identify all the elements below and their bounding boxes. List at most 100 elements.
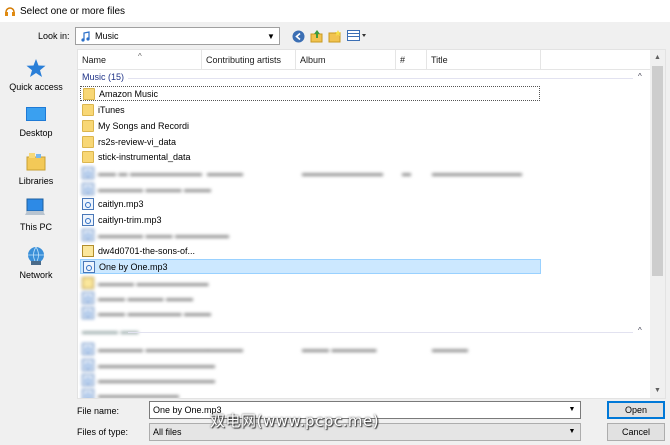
place-label: Network <box>19 270 53 280</box>
audio-file-icon <box>82 213 94 226</box>
file-list[interactable]: Name ^ Contributing artists Album # Title… <box>77 49 666 399</box>
blurred-text: ▬▬▬▬ <box>207 343 243 354</box>
audio-file-icon <box>83 260 95 273</box>
folder-icon <box>82 103 94 116</box>
list-item[interactable]: My Songs and Recordi <box>80 118 541 133</box>
blurred-text: ▬▬▬ ▬▬▬▬▬▬ ▬▬▬ <box>98 307 212 318</box>
music-note-icon <box>81 30 90 42</box>
view-menu-icon[interactable] <box>346 28 368 44</box>
folder-icon <box>82 119 94 132</box>
list-item-selected[interactable]: One by One.mp3 <box>80 259 541 274</box>
blurred-list-item[interactable]: ▬▬▬ ▬▬▬▬▬▬ ▬▬▬ <box>80 305 541 320</box>
libraries-icon <box>26 153 46 171</box>
blurred-text: ▬ <box>402 167 411 178</box>
column-header: Name ^ Contributing artists Album # Title <box>78 50 651 70</box>
blurred-text: ▬▬▬▬▬▬▬▬▬ <box>302 167 383 178</box>
blurred-text: ▬▬▬ ▬▬▬▬ ▬▬▬ <box>98 292 194 303</box>
blurred-list-item[interactable]: ▬▬ ▬ ▬▬▬▬▬▬▬▬ ▬▬▬▬ ▬▬▬▬▬▬▬▬▬ ▬ ▬▬▬▬▬▬▬▬▬… <box>80 165 541 180</box>
place-desktop[interactable]: Desktop <box>0 106 72 138</box>
list-item[interactable]: stick-instrumental_data <box>80 149 541 164</box>
watermark-text: 双电网(www.pcpc.me) <box>210 412 380 430</box>
up-folder-icon[interactable] <box>309 28 325 44</box>
blurred-text: ▬▬▬▬▬▬▬▬▬▬ <box>432 167 522 178</box>
blurred-list-item[interactable]: ▬▬▬▬▬ ▬▬▬▬ ▬▬▬ <box>80 181 541 196</box>
headphones-icon <box>5 7 15 16</box>
column-contributing-artists[interactable]: Contributing artists <box>202 50 296 70</box>
star-icon <box>26 59 46 77</box>
blurred-text: ▬▬▬▬▬ ▬▬▬ ▬▬▬▬▬▬ <box>98 229 230 240</box>
cancel-button[interactable]: Cancel <box>607 423 665 441</box>
desktop-icon <box>26 107 46 121</box>
place-label: Libraries <box>18 176 54 186</box>
audio-file-icon <box>82 182 94 195</box>
computer-icon <box>25 198 45 215</box>
blurred-list-item[interactable]: ▬▬▬▬▬ ▬▬▬ ▬▬▬▬▬▬ <box>80 227 541 242</box>
blurred-list-item[interactable]: ▬▬▬ ▬▬▬▬ ▬▬▬ <box>80 290 541 305</box>
column-name[interactable]: Name ^ <box>78 50 202 70</box>
group-header-music[interactable]: Music (15) <box>82 72 124 82</box>
blurred-list-item[interactable]: ▬▬▬▬ ▬▬▬▬▬▬▬▬ <box>80 275 541 290</box>
audio-file-icon <box>82 166 94 179</box>
folder-icon <box>83 87 95 100</box>
chevron-down-icon[interactable]: ▼ <box>263 28 279 44</box>
scroll-up-icon[interactable]: ▲ <box>650 50 665 65</box>
blurred-list-item[interactable]: ▬▬▬▬▬▬▬▬▬ <box>80 387 541 399</box>
list-item[interactable]: Amazon Music <box>80 86 540 101</box>
place-label: This PC <box>19 222 52 232</box>
blurred-text: ▬▬▬▬▬▬▬▬▬▬▬▬▬ <box>98 374 215 385</box>
back-icon[interactable] <box>290 28 306 44</box>
blurred-list-item[interactable]: ▬▬▬▬▬▬▬▬▬▬▬▬▬ <box>80 372 541 387</box>
group-divider <box>128 332 633 333</box>
folder-icon <box>82 135 94 148</box>
column-title[interactable]: Title <box>427 50 541 70</box>
blurred-text: ▬▬▬▬▬ ▬▬▬▬ ▬▬▬ <box>98 183 212 194</box>
lookin-combo[interactable]: Music ▼ <box>75 27 280 45</box>
list-item[interactable]: iTunes <box>80 102 541 117</box>
blurred-text: ▬▬▬▬▬▬▬▬▬ <box>98 389 179 399</box>
blurred-text: ▬▬▬▬ <box>432 343 468 354</box>
audio-file-icon <box>82 197 94 210</box>
blurred-text: ▬▬▬▬▬▬▬▬▬▬▬▬▬ <box>98 359 215 370</box>
column-track-number[interactable]: # <box>396 50 427 70</box>
open-button[interactable]: Open <box>607 401 665 419</box>
place-network[interactable]: Network <box>0 246 72 280</box>
scrollbar-thumb[interactable] <box>652 66 663 276</box>
window-title: Select one or more files <box>20 5 126 17</box>
column-album[interactable]: Album <box>296 50 396 70</box>
file-type-label: Files of type: <box>77 427 129 437</box>
folder-icon <box>82 150 94 163</box>
audio-file-icon <box>82 388 94 398</box>
blurred-text: ▬▬ ▬ ▬▬▬▬▬▬▬▬ <box>98 167 203 178</box>
blurred-list-item[interactable]: ▬▬▬▬▬ ▬▬▬▬▬▬▬ ▬▬▬▬ ▬▬▬ ▬▬▬▬▬ ▬▬▬▬ <box>80 341 541 356</box>
file-icon <box>82 291 94 304</box>
audio-file-icon <box>82 228 94 241</box>
network-icon <box>28 246 44 265</box>
blurred-list-item[interactable]: ▬▬▬▬▬▬▬▬▬▬▬▬▬ <box>80 357 541 372</box>
blurred-text: ▬▬▬▬ ▬▬▬▬▬▬▬▬ <box>98 277 209 288</box>
collapse-caret-icon[interactable]: ^ <box>638 72 642 81</box>
place-label: Desktop <box>19 128 53 138</box>
group-divider <box>128 78 633 79</box>
place-libraries[interactable]: Libraries <box>0 152 72 186</box>
collapse-caret-icon[interactable]: ^ <box>638 326 642 335</box>
vertical-scrollbar[interactable]: ▲ ▼ <box>650 50 665 398</box>
blurred-group-header[interactable]: ▬▬▬▬ ▬▬ <box>82 326 139 336</box>
chevron-down-icon[interactable]: ▼ <box>565 425 579 439</box>
place-quick-access[interactable]: Quick access <box>0 58 72 92</box>
file-icon <box>82 306 94 319</box>
audio-file-icon <box>82 373 94 386</box>
new-folder-icon[interactable] <box>327 28 343 44</box>
title-bar: Select one or more files <box>0 0 670 22</box>
audio-file-icon <box>82 358 94 371</box>
list-item[interactable]: caitlyn-trim.mp3 <box>80 212 541 227</box>
archive-file-icon <box>82 244 94 257</box>
scroll-down-icon[interactable]: ▼ <box>650 383 665 398</box>
chevron-down-icon[interactable]: ▼ <box>565 403 579 417</box>
list-item[interactable]: dw4d0701-the-sons-of... <box>80 243 541 258</box>
place-label: Quick access <box>9 82 63 92</box>
list-item[interactable]: rs2s-review-vi_data <box>80 134 541 149</box>
list-item[interactable]: caitlyn.mp3 <box>80 196 541 211</box>
sort-up-icon: ^ <box>138 52 142 61</box>
place-this-pc[interactable]: This PC <box>0 198 72 232</box>
blurred-text: ▬▬▬▬▬ ▬▬▬▬▬▬▬ <box>98 343 209 354</box>
